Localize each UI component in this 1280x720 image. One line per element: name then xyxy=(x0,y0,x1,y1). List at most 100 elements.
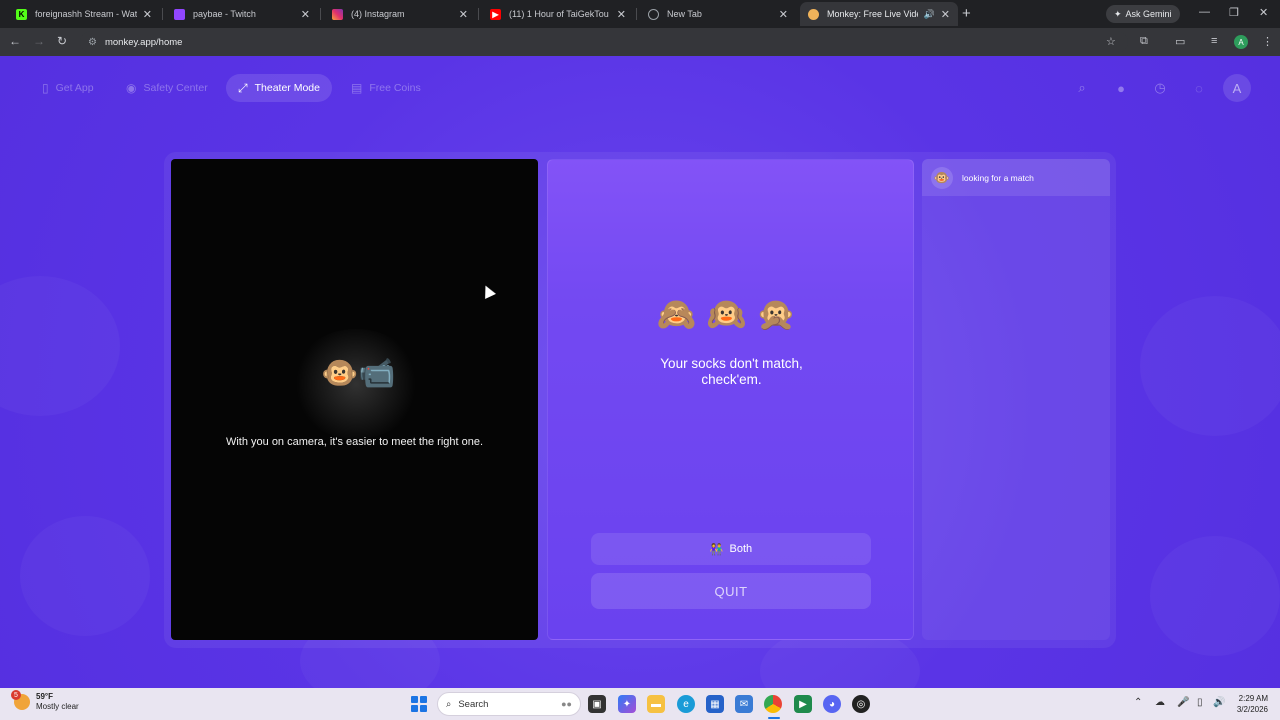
gender-couple-icon: 👫 xyxy=(709,543,724,556)
monkey-avatar-icon: 🐵 xyxy=(931,166,953,189)
match-panel: 🙈🙉🙊 Your socks don't match, check'em. 👫 … xyxy=(547,159,914,640)
browser-tab-new-tab[interactable]: New Tab ✕ xyxy=(640,2,796,26)
task-view-icon[interactable]: ▣ xyxy=(588,695,606,713)
weather-desc: Mostly clear xyxy=(36,702,79,711)
browser-toolbar: ← → ↻ ⚙ monkey.app/home ☆ ⧉ ▭ ≡ A ⋮ xyxy=(0,28,1280,56)
close-window-icon[interactable]: ✕ xyxy=(1259,6,1268,19)
browser-tab-twitch[interactable]: paybae - Twitch ✕ xyxy=(166,2,318,26)
media-control-icon[interactable]: ≡ xyxy=(1211,35,1217,47)
onedrive-icon[interactable]: ☁ xyxy=(1155,697,1165,708)
forward-icon[interactable]: → xyxy=(33,34,45,48)
monkey-icon xyxy=(808,8,819,20)
copilot-icon[interactable]: ✦ xyxy=(618,695,636,713)
taskbar-search[interactable]: ⌕ Search ●● xyxy=(437,692,581,716)
phone-icon: ▯ xyxy=(42,81,49,95)
tip-line-1: Your socks don't match, xyxy=(660,356,803,371)
match-status-row: 🐵 looking for a match xyxy=(922,159,1110,196)
speaker-icon[interactable]: 🔊 xyxy=(924,9,935,20)
close-tab-icon[interactable]: ✕ xyxy=(301,8,310,21)
three-monkeys-icon: 🙈🙉🙊 xyxy=(656,296,807,332)
microphone-icon[interactable]: 🎤 xyxy=(1177,697,1189,708)
clock-date: 3/2/2026 xyxy=(1236,705,1268,714)
back-icon[interactable]: ← xyxy=(9,34,21,48)
free-coins-label: Free Coins xyxy=(369,82,421,94)
menu-kebab-icon[interactable]: ⋮ xyxy=(1262,35,1273,48)
safety-center-label: Safety Center xyxy=(143,82,208,94)
tab-title: (11) 1 Hour of TaiGekTou peace xyxy=(509,9,611,19)
ask-gemini-button[interactable]: ✦ Ask Gemini xyxy=(1106,5,1180,23)
close-tab-icon[interactable]: ✕ xyxy=(459,8,468,21)
cast-icon[interactable]: ▭ xyxy=(1175,35,1185,48)
loading-tip: Your socks don't match, check'em. xyxy=(608,356,855,388)
system-clock[interactable]: 2:29 AM 3/2/2026 xyxy=(1224,693,1268,715)
close-tab-icon[interactable]: ✕ xyxy=(617,8,626,21)
safety-center-button[interactable]: ◉ Safety Center xyxy=(114,74,220,102)
edge-icon[interactable]: e xyxy=(677,695,695,713)
expand-icon: ⤢ xyxy=(238,80,248,95)
chat-icon[interactable]: ◌ xyxy=(1188,77,1210,99)
friends-icon[interactable]: ● xyxy=(1110,77,1132,99)
chrome-taskbar-icon[interactable] xyxy=(764,695,782,713)
obs-icon[interactable]: ◎ xyxy=(852,695,870,713)
match-status-text: looking for a match xyxy=(962,172,1034,183)
get-app-button[interactable]: ▯ Get App xyxy=(30,74,106,102)
chat-sidebar: 🐵 looking for a match xyxy=(922,159,1110,640)
minimize-icon[interactable]: — xyxy=(1199,6,1210,18)
coins-icon: ▤ xyxy=(351,81,363,95)
search-icon: ⌕ xyxy=(446,698,452,710)
user-avatar[interactable]: A xyxy=(1223,74,1251,102)
windows-start-icon[interactable] xyxy=(411,696,427,712)
instagram-icon xyxy=(332,8,343,20)
tab-title: paybae - Twitch xyxy=(193,9,256,19)
get-app-label: Get App xyxy=(55,82,94,94)
browser-tab-youtube[interactable]: ▶ (11) 1 Hour of TaiGekTou peace ✕ xyxy=(482,2,634,26)
search-highlight-icon: ●● xyxy=(561,699,572,709)
outlook-icon[interactable]: ✉ xyxy=(735,695,753,713)
monkey-camera-illustration-icon: 🐵📹 xyxy=(321,357,396,390)
tip-line-2: check'em. xyxy=(701,372,762,387)
history-icon[interactable]: ◷ xyxy=(1149,77,1171,99)
twitch-icon xyxy=(174,8,185,20)
reload-icon[interactable]: ↻ xyxy=(57,34,67,48)
close-tab-icon[interactable]: ✕ xyxy=(143,8,152,21)
tab-title: (4) Instagram xyxy=(351,9,405,19)
media-app-icon[interactable]: ▶ xyxy=(794,695,812,713)
url-text: monkey.app/home xyxy=(104,36,183,48)
tray-overflow-icon[interactable]: ⌃ xyxy=(1134,697,1142,708)
free-coins-button[interactable]: ▤ Free Coins xyxy=(339,74,433,102)
gender-filter-button[interactable]: 👫 Both xyxy=(591,533,871,565)
windows-taskbar: 5 59°F Mostly clear ⌕ Search ●● ▣ ✦ ▬ e … xyxy=(0,688,1280,720)
chrome-icon xyxy=(648,8,659,20)
close-tab-icon[interactable]: ✕ xyxy=(779,8,788,21)
shield-icon: ◉ xyxy=(126,81,137,95)
discord-icon[interactable]: ◕ xyxy=(823,695,841,713)
store-icon[interactable]: ▦ xyxy=(706,695,724,713)
new-tab-button[interactable]: + xyxy=(962,6,971,21)
quit-button[interactable]: QUIT xyxy=(591,573,871,609)
weather-temp: 59°F xyxy=(36,692,53,701)
browser-tab-instagram[interactable]: (4) Instagram ✕ xyxy=(324,2,476,26)
tab-title: Monkey: Free Live Video Chat xyxy=(827,9,918,19)
camera-message: With you on camera, it's easier to meet … xyxy=(225,436,484,448)
search-icon[interactable]: ⌕ xyxy=(1071,77,1093,99)
browser-tab-monkey[interactable]: Monkey: Free Live Video Chat 🔊 ✕ xyxy=(800,2,958,26)
wifi-icon[interactable]: ▯ xyxy=(1197,697,1203,708)
bookmark-star-icon[interactable]: ☆ xyxy=(1106,35,1116,48)
weather-widget[interactable]: 5 59°F Mostly clear xyxy=(11,690,79,712)
weather-sun-icon: 5 xyxy=(11,690,30,710)
active-app-indicator xyxy=(768,717,780,719)
extensions-icon[interactable]: ⧉ xyxy=(1140,35,1148,48)
youtube-icon: ▶ xyxy=(490,8,501,20)
address-bar[interactable]: ⚙ monkey.app/home xyxy=(80,31,1128,53)
kick-icon: K xyxy=(16,8,27,20)
camera-preview[interactable]: 🐵📹 With you on camera, it's easier to me… xyxy=(171,159,538,640)
site-info-icon[interactable]: ⚙ xyxy=(88,37,97,48)
file-explorer-icon[interactable]: ▬ xyxy=(647,695,665,713)
browser-profile-avatar[interactable]: A xyxy=(1234,35,1248,49)
theater-mode-button[interactable]: ⤢ Theater Mode xyxy=(226,74,332,102)
browser-tab-kick[interactable]: K foreignashh Stream - Watch Live ✕ xyxy=(8,2,160,26)
ask-gemini-label: Ask Gemini xyxy=(1125,9,1172,19)
maximize-icon[interactable]: ❐ xyxy=(1229,6,1239,19)
tab-title: New Tab xyxy=(667,9,702,19)
close-tab-icon[interactable]: ✕ xyxy=(941,8,950,21)
